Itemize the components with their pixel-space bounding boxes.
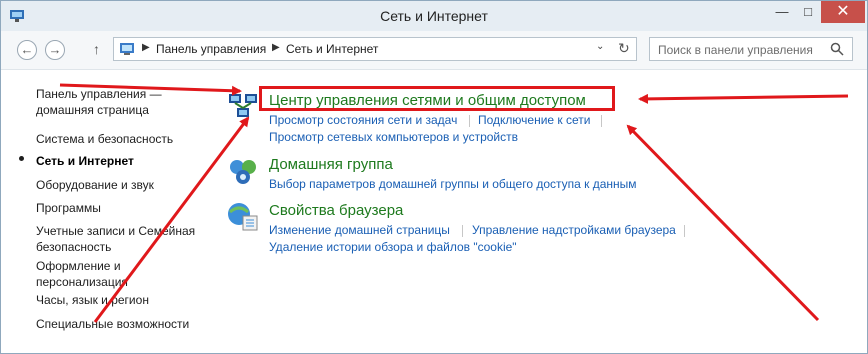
navigation-bar: ← → ↑ ▶ Панель управления ▶ Сеть и Интер… [1, 31, 867, 70]
control-panel-icon [120, 43, 134, 55]
browser-options-title[interactable]: Свойства браузера [269, 202, 403, 219]
sidebar-item-network-internet: Сеть и Интернет [36, 154, 134, 168]
sidebar-home-link[interactable]: Панель управления — домашняя страница [36, 86, 162, 118]
current-item-bullet [19, 156, 24, 161]
sidebar-item-label: безопасность [36, 240, 112, 254]
homegroup-icon [230, 160, 256, 184]
delete-history-link[interactable]: Удаление истории обзора и файлов "cookie… [269, 240, 517, 254]
change-homepage-link[interactable]: Изменение домашней страницы [269, 223, 450, 237]
sidebar-item-accessibility[interactable]: Специальные возможности [36, 316, 189, 332]
manage-addons-link[interactable]: Управление надстройками браузера [472, 223, 676, 237]
window-title: Сеть и Интернет [380, 8, 488, 24]
link-separator [469, 115, 470, 127]
breadcrumb-separator-icon: ▶ [142, 42, 150, 53]
chevron-down-icon[interactable]: ⌄ [596, 41, 604, 52]
network-status-link[interactable]: Просмотр состояния сети и задач [269, 113, 457, 127]
annotation-highlight-box [259, 86, 615, 111]
breadcrumb-separator-icon: ▶ [272, 42, 280, 53]
sidebar-item-hardware-sound[interactable]: Оборудование и звук [36, 177, 154, 193]
maximize-button[interactable]: □ [795, 1, 821, 23]
control-panel-window: Сеть и Интернет — □ ✕ ← → ↑ ▶ Панель упр… [0, 0, 868, 354]
link-separator [684, 225, 685, 237]
sidebar-item-system-security[interactable]: Система и безопасность [36, 131, 173, 147]
sidebar-home-line2: домашняя страница [36, 103, 149, 117]
sidebar-item-clock-language[interactable]: Часы, язык и регион [36, 292, 149, 308]
network-center-icon [229, 94, 257, 117]
breadcrumb-network-internet[interactable]: Сеть и Интернет [286, 42, 378, 56]
homegroup-settings-link[interactable]: Выбор параметров домашней группы и общег… [269, 177, 637, 191]
link-separator [462, 225, 463, 237]
sidebar-item-appearance[interactable]: Оформление и персонализация [36, 258, 128, 290]
sidebar-item-user-accounts[interactable]: Учетные записи и Семейная безопасность [36, 223, 195, 255]
minimize-button[interactable]: — [769, 1, 795, 23]
sidebar-item-label: Оформление и [36, 259, 121, 273]
network-computers-link[interactable]: Просмотр сетевых компьютеров и устройств [269, 130, 518, 144]
connect-network-link[interactable]: Подключение к сети [478, 113, 590, 127]
sidebar-home-line1: Панель управления — [36, 87, 162, 101]
up-arrow-button[interactable]: ↑ [93, 41, 100, 57]
sidebar-item-label: персонализация [36, 275, 128, 289]
back-button[interactable]: ← [17, 40, 37, 60]
link-separator [601, 115, 602, 127]
search-placeholder: Поиск в панели управления [658, 43, 813, 57]
main-content: Панель управления — домашняя страница Си… [1, 70, 867, 353]
forward-button[interactable]: → [45, 40, 65, 60]
homegroup-title[interactable]: Домашняя группа [269, 156, 393, 173]
search-input[interactable]: Поиск в панели управления [649, 37, 853, 61]
address-bar[interactable]: ▶ Панель управления ▶ Сеть и Интернет ⌄ … [113, 37, 637, 61]
sidebar-item-label: Учетные записи и Семейная [36, 224, 196, 238]
refresh-icon[interactable]: ↻ [618, 40, 630, 57]
breadcrumb-control-panel[interactable]: Панель управления [156, 42, 266, 56]
close-button[interactable]: ✕ [821, 1, 865, 23]
sidebar-item-programs[interactable]: Программы [36, 200, 101, 216]
search-icon[interactable] [830, 42, 844, 56]
browser-options-icon [228, 203, 258, 231]
title-bar: Сеть и Интернет — □ ✕ [1, 1, 867, 31]
